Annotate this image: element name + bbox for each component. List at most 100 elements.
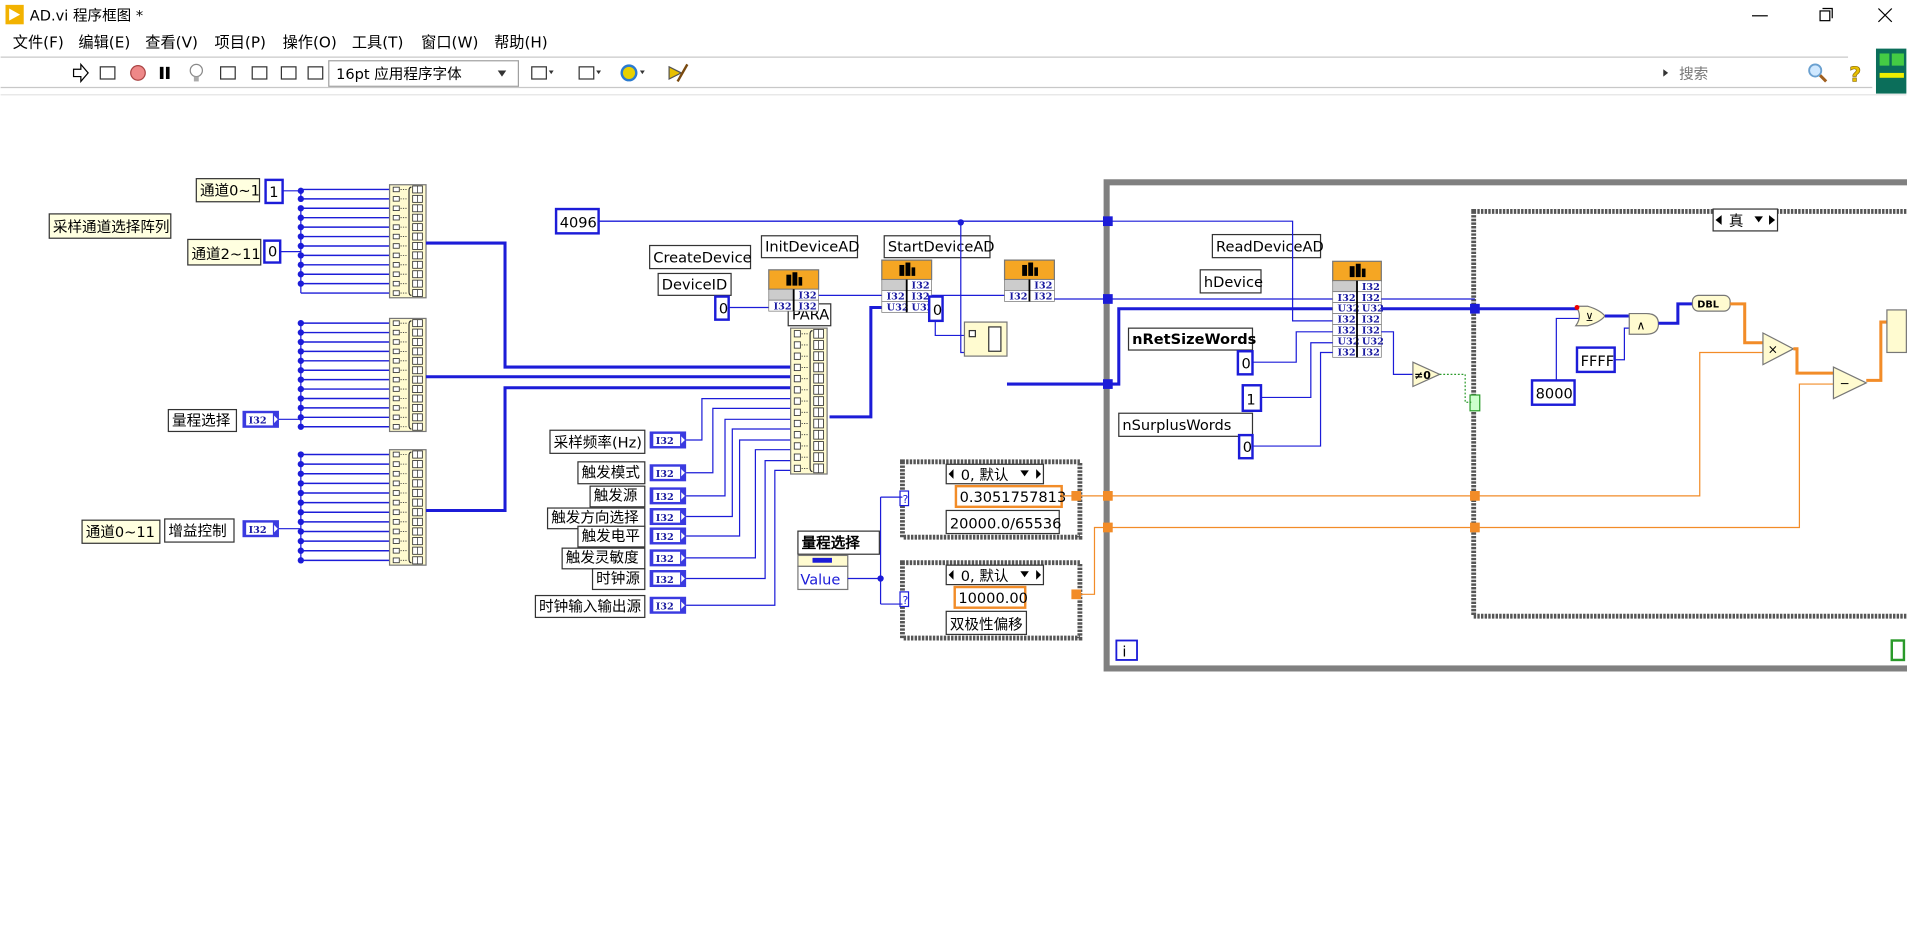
menu-item[interactable]: 帮助(H) — [494, 33, 548, 51]
build-array-node[interactable] — [388, 317, 427, 433]
nret-size-constant[interactable]: 0 — [1236, 350, 1254, 376]
run-arrow-icon[interactable] — [72, 62, 89, 84]
label-text: StartDeviceAD — [888, 239, 995, 256]
param-type: U32 — [887, 303, 909, 314]
step-into-icon[interactable] — [251, 66, 268, 80]
not-equal-zero-node[interactable]: ≠0 — [1412, 361, 1442, 388]
start-device-ad-node[interactable]: I32I32 I32U32 U32 — [881, 259, 934, 314]
param-type: I32 — [1009, 292, 1027, 303]
gain-control[interactable]: I32 — [242, 520, 279, 538]
step-over-icon[interactable] — [280, 66, 297, 80]
init-device-ad-node[interactable]: I32I32 I32 — [768, 269, 820, 312]
param-type: I32 — [1362, 293, 1380, 304]
menu-item[interactable]: 查看(V) — [145, 33, 198, 51]
boolean-wire — [1439, 373, 1472, 403]
highlight-execution-icon[interactable] — [189, 63, 203, 82]
expand-search-icon[interactable] — [1663, 69, 1669, 77]
loop-condition-terminal[interactable] — [1890, 639, 1906, 662]
block-diagram[interactable]: i真0, 默认0.305175781320000.0/65536?0, 默认10… — [48, 178, 1907, 672]
case-selector[interactable]: 0, 默认 — [945, 463, 1045, 485]
trig-sens-control[interactable]: I32 — [649, 549, 687, 567]
type-tag: I32 — [656, 554, 674, 565]
nsurplus-constant[interactable]: 0 — [1237, 433, 1254, 460]
retain-wire-values-icon[interactable] — [220, 66, 236, 80]
param-type: I32 — [799, 301, 817, 312]
case-selector-terminal — [1469, 394, 1481, 412]
align-objects-icon[interactable] — [531, 66, 554, 80]
ffff-constant[interactable]: FFFF — [1575, 346, 1616, 374]
multiply-node[interactable]: × — [1762, 332, 1795, 366]
help-icon[interactable]: ? — [1849, 62, 1862, 87]
exclusive-or-node[interactable]: ⊻ — [1574, 305, 1606, 327]
comment-label: 通道0~1 — [195, 178, 261, 203]
trig-level-control[interactable]: I32 — [649, 527, 687, 545]
trig-src-control[interactable]: I32 — [649, 487, 687, 505]
release-device-node[interactable]: I32I32 I32 — [1003, 259, 1055, 303]
subtract-node[interactable]: − — [1832, 366, 1868, 400]
labview-window: AD.vi 程序框图 * 文件(F) 编辑(E) 查看(V) 项目(P) 操作(O) 工具… — [0, 0, 1907, 672]
case-structure-offset[interactable]: 0, 默认 10000.00 双极性偏移? — [899, 560, 1083, 641]
initialize-array-node[interactable] — [963, 321, 1008, 357]
clock-src-control[interactable]: I32 — [649, 570, 687, 588]
vi-icon — [1875, 48, 1907, 94]
type-tag: I32 — [656, 436, 674, 447]
svg-text:DBL: DBL — [1697, 299, 1719, 310]
menu-item[interactable]: 项目(P) — [215, 33, 266, 51]
case-selector[interactable]: 真 — [1712, 208, 1779, 232]
label-text: CreateDevice — [653, 250, 751, 267]
menu-item[interactable]: 文件(F) — [13, 33, 64, 51]
font-select-value: 16pt 应用程序字体 — [336, 65, 462, 83]
build-array-node[interactable] — [1886, 309, 1907, 354]
c8000-constant[interactable]: 8000 — [1530, 379, 1576, 406]
case-structure-inner[interactable]: 真 — [1469, 208, 1907, 619]
label-text: DeviceID — [662, 276, 727, 293]
device-id-constant[interactable]: 0 — [714, 295, 730, 321]
trig-dir-control[interactable]: I32 — [649, 508, 687, 526]
trig-mode-control[interactable]: I32 — [649, 464, 687, 482]
label-text: 通道0~1 — [200, 183, 260, 200]
read-device-ad-node[interactable]: I32I32 I32U32 U32I32 I32I32 I32U32 U32I32 I32 — [1332, 260, 1384, 359]
channel01-constant[interactable]: 1 — [264, 178, 284, 205]
cleanup-diagram-icon[interactable] — [668, 63, 689, 83]
build-array-node[interactable] — [388, 449, 427, 566]
label: DeviceID — [657, 272, 732, 296]
param-type: I32 — [1362, 326, 1380, 337]
one-constant[interactable]: 1 — [1241, 384, 1263, 413]
label: ReadDeviceAD — [1211, 233, 1324, 259]
pause-icon[interactable] — [159, 66, 170, 79]
loop-tunnel — [1071, 589, 1082, 600]
label: 触发灵敏度 — [561, 547, 646, 570]
type-tag: I32 — [656, 575, 674, 586]
menu-item[interactable]: 工具(T) — [352, 33, 404, 51]
menu-item[interactable]: 窗口(W) — [421, 33, 478, 51]
case-structure-range-coeff[interactable]: 0, 默认 0.3051757813 20000.0/65536? — [899, 459, 1083, 540]
label: InitDeviceAD — [760, 235, 859, 259]
range-select-enum-control[interactable]: Value — [797, 554, 849, 591]
range-select-control[interactable]: I32 — [242, 410, 279, 428]
menu-item[interactable]: 操作(O) — [283, 33, 337, 51]
para-bundle-node[interactable] — [790, 327, 828, 475]
init-value-constant[interactable]: 0 — [927, 295, 944, 323]
param-type: I32 — [1034, 281, 1052, 292]
channel211-constant[interactable]: 0 — [263, 239, 282, 264]
menu-item[interactable]: 编辑(E) — [78, 33, 130, 51]
font-select[interactable]: 16pt 应用程序字体 — [328, 60, 519, 87]
run-continuous-icon[interactable] — [99, 66, 116, 80]
abort-icon[interactable] — [130, 65, 146, 81]
labview-app-icon — [5, 4, 24, 25]
reorder-icon[interactable] — [620, 64, 645, 82]
step-out-icon[interactable] — [307, 66, 324, 80]
comment-label: 通道0~11 — [81, 519, 161, 544]
clock-io-control[interactable]: I32 — [649, 596, 687, 614]
case-selector[interactable]: 0, 默认 — [945, 564, 1045, 586]
sample-rate-control[interactable]: I32 — [649, 431, 687, 449]
search-placeholder: 搜索 — [1679, 66, 1708, 83]
menu-bar: 文件(F) 编辑(E) 查看(V) 项目(P) 操作(O) 工具(T) 窗口(W) 帮助(H) — [13, 33, 548, 51]
buffer-size-constant[interactable]: 4096 — [554, 207, 600, 235]
build-array-node[interactable] — [388, 184, 427, 299]
distribute-objects-icon[interactable] — [578, 66, 602, 80]
to-double-node[interactable]: DBL — [1691, 294, 1731, 312]
type-tag: I32 — [656, 492, 674, 503]
label-text: 触发源 — [594, 488, 638, 505]
and-node[interactable]: ∧ — [1628, 312, 1660, 335]
